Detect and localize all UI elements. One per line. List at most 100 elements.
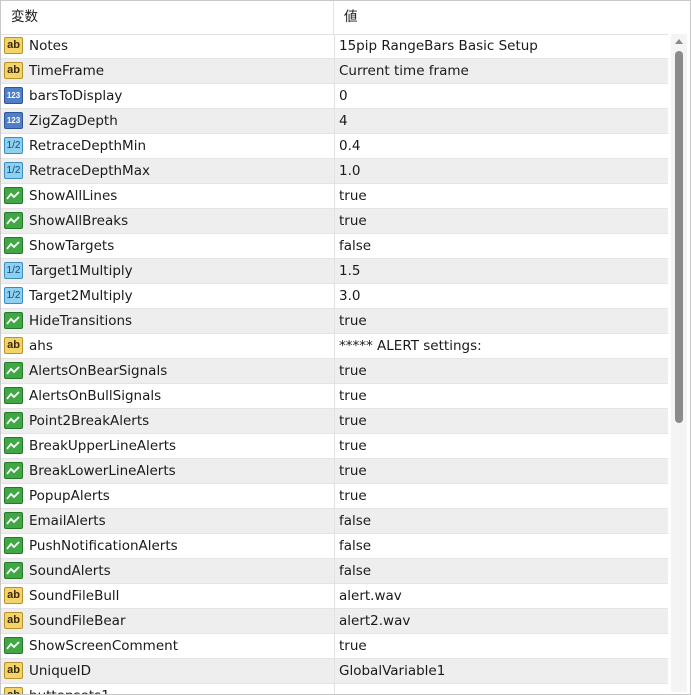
variable-value[interactable]: true	[339, 209, 664, 233]
column-divider	[334, 59, 335, 83]
table-row[interactable]: ab ahs ***** ALERT settings:	[1, 334, 668, 359]
icon-glyph: 123	[6, 91, 21, 100]
variable-name: EmailAlerts	[29, 513, 106, 529]
variable-name: Point2BreakAlerts	[29, 413, 150, 429]
variable-value[interactable]: true	[339, 384, 664, 408]
column-divider	[334, 634, 335, 658]
table-row[interactable]: PopupAlerts true	[1, 484, 668, 509]
table-row[interactable]: 123 ZigZagDepth 4	[1, 109, 668, 134]
variable-value[interactable]: alert.wav	[339, 584, 664, 608]
column-divider	[334, 584, 335, 608]
column-divider	[334, 284, 335, 308]
variable-name: ShowScreenComment	[29, 638, 178, 654]
boolean-type-icon	[4, 387, 23, 404]
table-row[interactable]: BreakLowerLineAlerts true	[1, 459, 668, 484]
column-divider	[334, 334, 335, 358]
column-divider	[334, 109, 335, 133]
variable-name: AlertsOnBullSignals	[29, 388, 162, 404]
variable-name: buttonsets1	[29, 684, 329, 694]
column-divider	[334, 134, 335, 158]
table-row[interactable]: BreakUpperLineAlerts true	[1, 434, 668, 459]
variable-value[interactable]: GlobalVariable1	[339, 659, 664, 683]
column-divider	[334, 309, 335, 333]
table-row[interactable]: 1/2 Target1Multiply 1.5	[1, 259, 668, 284]
variable-value[interactable]: 0.4	[339, 134, 664, 158]
column-header-variable[interactable]: 変数	[1, 1, 334, 34]
table-row[interactable]: AlertsOnBullSignals true	[1, 384, 668, 409]
table-row[interactable]: 1/2 RetraceDepthMax 1.0	[1, 159, 668, 184]
variable-name: BreakLowerLineAlerts	[29, 463, 176, 479]
table-row[interactable]: PushNotificationAlerts false	[1, 534, 668, 559]
variable-value[interactable]: true	[339, 309, 664, 333]
variable-value[interactable]: true	[339, 434, 664, 458]
icon-glyph: ab	[7, 664, 20, 676]
table-row[interactable]: ShowScreenComment true	[1, 634, 668, 659]
variable-value[interactable]: true	[339, 184, 664, 208]
table-row[interactable]: 1/2 RetraceDepthMin 0.4	[1, 134, 668, 159]
double-type-icon: 1/2	[4, 162, 23, 179]
variable-value[interactable]: true	[339, 634, 664, 658]
boolean-type-icon	[4, 487, 23, 504]
variable-value[interactable]: false	[339, 534, 664, 558]
variable-value[interactable]: 0	[339, 84, 664, 108]
table-row[interactable]: EmailAlerts false	[1, 509, 668, 534]
column-divider	[334, 509, 335, 533]
table-row[interactable]: ShowAllLines true	[1, 184, 668, 209]
table-row[interactable]: 1/2 Target2Multiply 3.0	[1, 284, 668, 309]
icon-glyph: 1/2	[6, 290, 21, 301]
table-row[interactable]: HideTransitions true	[1, 309, 668, 334]
string-type-icon: ab	[4, 37, 23, 54]
variable-value[interactable]: 1.0	[339, 159, 664, 183]
variable-name: HideTransitions	[29, 313, 133, 329]
variable-value[interactable]	[339, 684, 664, 694]
integer-type-icon: 123	[4, 112, 23, 129]
variable-value[interactable]: false	[339, 559, 664, 583]
scroll-up-arrow-icon[interactable]	[671, 34, 687, 48]
variable-value[interactable]: ***** ALERT settings:	[339, 334, 664, 358]
vertical-scrollbar[interactable]	[671, 34, 687, 692]
icon-glyph: ab	[7, 339, 20, 351]
double-type-icon: 1/2	[4, 287, 23, 304]
variable-value[interactable]: 4	[339, 109, 664, 133]
table-row[interactable]: ab SoundFileBear alert2.wav	[1, 609, 668, 634]
table-row[interactable]: SoundAlerts false	[1, 559, 668, 584]
table-row[interactable]: ab UniqueID GlobalVariable1	[1, 659, 668, 684]
variable-value[interactable]: 15pip RangeBars Basic Setup	[339, 34, 664, 58]
variable-value[interactable]: alert2.wav	[339, 609, 664, 633]
table-row[interactable]: ab buttonsets1	[1, 684, 668, 695]
table-row[interactable]: 123 barsToDisplay 0	[1, 84, 668, 109]
variable-name: UniqueID	[29, 663, 91, 679]
table-row[interactable]: ab Notes 15pip RangeBars Basic Setup	[1, 34, 668, 59]
variable-value[interactable]: true	[339, 484, 664, 508]
table-row[interactable]: ab SoundFileBull alert.wav	[1, 584, 668, 609]
table-row[interactable]: ShowTargets false	[1, 234, 668, 259]
column-header-value[interactable]: 値	[334, 1, 668, 34]
variable-value[interactable]: false	[339, 509, 664, 533]
variable-value[interactable]: false	[339, 234, 664, 258]
string-type-icon: ab	[4, 62, 23, 79]
table-header: 変数 値	[1, 1, 668, 35]
variable-value[interactable]: 3.0	[339, 284, 664, 308]
boolean-type-icon	[4, 537, 23, 554]
boolean-type-icon	[4, 312, 23, 329]
column-divider	[334, 534, 335, 558]
table-row[interactable]: ab TimeFrame Current time frame	[1, 59, 668, 84]
variable-value[interactable]: true	[339, 459, 664, 483]
variable-value[interactable]: Current time frame	[339, 59, 664, 83]
icon-glyph: ab	[7, 689, 20, 695]
table-row[interactable]: Point2BreakAlerts true	[1, 409, 668, 434]
variable-name: BreakUpperLineAlerts	[29, 438, 177, 454]
boolean-type-icon	[4, 462, 23, 479]
table-row[interactable]: ShowAllBreaks true	[1, 209, 668, 234]
variable-name: PushNotificationAlerts	[29, 538, 178, 554]
variable-value[interactable]: true	[339, 409, 664, 433]
variable-value[interactable]: 1.5	[339, 259, 664, 283]
variable-name: PopupAlerts	[29, 488, 110, 504]
icon-glyph: 1/2	[6, 265, 21, 276]
boolean-type-icon	[4, 512, 23, 529]
scrollbar-thumb[interactable]	[675, 51, 683, 423]
variable-value[interactable]: true	[339, 359, 664, 383]
variable-name: RetraceDepthMin	[29, 138, 146, 154]
table-row[interactable]: AlertsOnBearSignals true	[1, 359, 668, 384]
column-divider	[334, 609, 335, 633]
